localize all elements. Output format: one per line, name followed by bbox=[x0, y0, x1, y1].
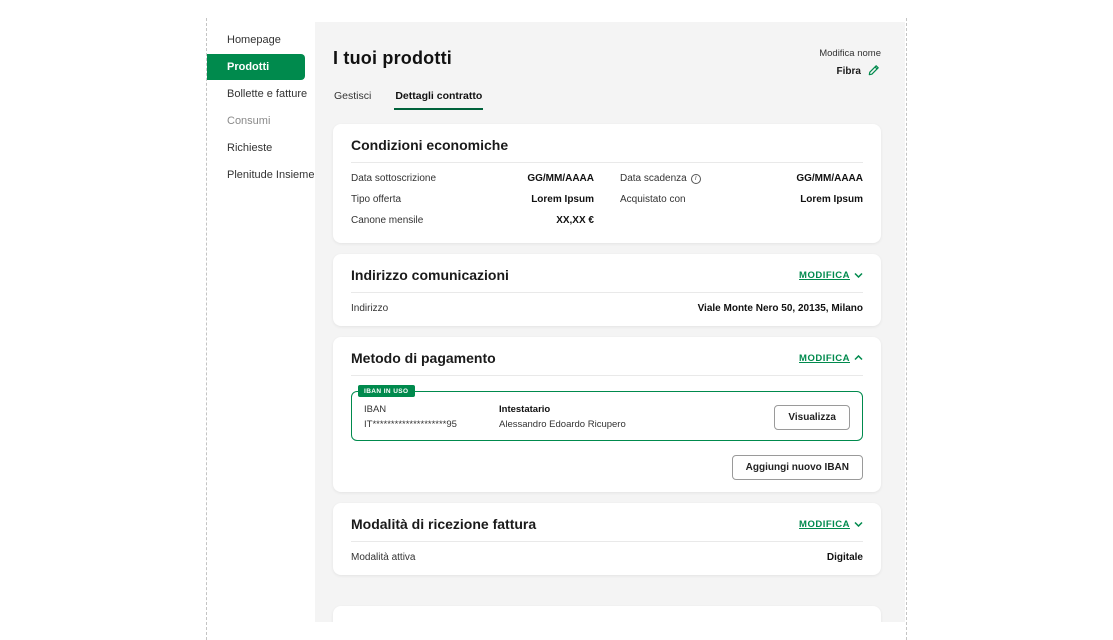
row-indirizzo: Indirizzo Viale Monte Nero 50, 20135, Mi… bbox=[351, 303, 863, 314]
card-title: Modalità di ricezione fattura bbox=[351, 516, 536, 532]
condizioni-grid: Data sottoscrizione GG/MM/AAAA Data scad… bbox=[351, 168, 863, 231]
iban-masked-value: IT********************95 bbox=[364, 419, 499, 430]
modifica-indirizzo-link[interactable]: MODIFICA bbox=[799, 270, 863, 281]
iban-in-uso-badge: IBAN IN USO bbox=[358, 385, 415, 397]
sidebar-item-richieste[interactable]: Richieste bbox=[207, 134, 311, 161]
sidebar-item-homepage[interactable]: Homepage bbox=[207, 26, 311, 53]
sidebar: Homepage Prodotti Bollette e fatture Con… bbox=[207, 26, 311, 188]
aggiungi-nuovo-iban-button[interactable]: Aggiungi nuovo IBAN bbox=[732, 455, 863, 480]
card-indirizzo-comunicazioni: Indirizzo comunicazioni MODIFICA Indiriz… bbox=[333, 254, 881, 326]
product-name: Fibra bbox=[837, 66, 861, 77]
field-label: Tipo offerta bbox=[351, 194, 401, 205]
main-content: I tuoi prodotti Modifica nome Fibra Gest… bbox=[315, 22, 905, 622]
divider bbox=[351, 375, 863, 376]
rename-label: Modifica nome bbox=[819, 48, 881, 59]
modifica-label: MODIFICA bbox=[799, 519, 850, 530]
iban-column: IBAN IT********************95 bbox=[364, 404, 499, 430]
field-value: GG/MM/AAAA bbox=[527, 173, 594, 184]
divider bbox=[351, 292, 863, 293]
card-title: Il tuo contratto bbox=[351, 621, 562, 622]
card-il-tuo-contratto: Il tuo contratto Scarica sul tuo disposi… bbox=[333, 606, 881, 622]
field-label: Data scadenza i bbox=[620, 173, 701, 184]
field-data-scadenza: Data scadenza i GG/MM/AAAA bbox=[620, 168, 863, 189]
field-value: Lorem Ipsum bbox=[800, 194, 863, 205]
card-modalita-ricezione-fattura: Modalità di ricezione fattura MODIFICA M… bbox=[333, 503, 881, 575]
field-empty bbox=[620, 210, 863, 231]
rename-block: Modifica nome Fibra bbox=[819, 48, 881, 80]
page-title: I tuoi prodotti bbox=[333, 48, 452, 69]
product-rename-control[interactable]: Fibra bbox=[819, 63, 881, 80]
modifica-label: MODIFICA bbox=[799, 353, 850, 364]
holder-label: Intestatario bbox=[499, 404, 774, 415]
divider bbox=[351, 162, 863, 163]
row-value: Viale Monte Nero 50, 20135, Milano bbox=[698, 303, 863, 314]
field-value: GG/MM/AAAA bbox=[796, 173, 863, 184]
field-canone-mensile: Canone mensile XX,XX € bbox=[351, 210, 594, 231]
page: Homepage Prodotti Bollette e fatture Con… bbox=[0, 0, 1113, 640]
contract-text: Il tuo contratto Scarica sul tuo disposi… bbox=[351, 621, 562, 622]
pencil-icon[interactable] bbox=[867, 63, 881, 80]
field-value: Lorem Ipsum bbox=[531, 194, 594, 205]
sidebar-item-plenitude-insieme[interactable]: Plenitude Insieme bbox=[207, 161, 311, 188]
row-value: Digitale bbox=[827, 552, 863, 563]
field-label: Data sottoscrizione bbox=[351, 173, 436, 184]
field-value: XX,XX € bbox=[556, 215, 594, 226]
tab-gestisci[interactable]: Gestisci bbox=[333, 86, 372, 110]
field-label: Acquistato con bbox=[620, 194, 686, 205]
field-data-sottoscrizione: Data sottoscrizione GG/MM/AAAA bbox=[351, 168, 594, 189]
row-label: Modalità attiva bbox=[351, 552, 415, 563]
info-icon[interactable]: i bbox=[691, 174, 701, 184]
tabs: Gestisci Dettagli contratto bbox=[333, 86, 881, 110]
field-label: Canone mensile bbox=[351, 215, 423, 226]
chevron-down-icon bbox=[854, 521, 863, 527]
modifica-pagamento-link[interactable]: MODIFICA bbox=[799, 353, 863, 364]
card-title: Condizioni economiche bbox=[351, 137, 863, 153]
sidebar-item-bollette[interactable]: Bollette e fatture bbox=[207, 80, 311, 107]
sidebar-item-prodotti[interactable]: Prodotti bbox=[207, 54, 305, 80]
tab-dettagli-contratto[interactable]: Dettagli contratto bbox=[394, 86, 483, 110]
iban-in-use-box: IBAN IN USO IBAN IT********************9… bbox=[351, 391, 863, 441]
holder-name: Alessandro Edoardo Ricupero bbox=[499, 419, 774, 430]
field-tipo-offerta: Tipo offerta Lorem Ipsum bbox=[351, 189, 594, 210]
card-condizioni-economiche: Condizioni economiche Data sottoscrizion… bbox=[333, 124, 881, 243]
dashed-guide-right bbox=[906, 18, 907, 640]
iban-label: IBAN bbox=[364, 404, 499, 415]
field-label-text: Data scadenza bbox=[620, 173, 687, 184]
visualizza-button[interactable]: Visualizza bbox=[774, 405, 850, 430]
modifica-label: MODIFICA bbox=[799, 270, 850, 281]
row-label: Indirizzo bbox=[351, 303, 388, 314]
row-modalita-attiva: Modalità attiva Digitale bbox=[351, 552, 863, 563]
sidebar-item-consumi[interactable]: Consumi bbox=[207, 107, 311, 134]
divider bbox=[351, 541, 863, 542]
holder-column: Intestatario Alessandro Edoardo Ricupero bbox=[499, 404, 774, 430]
page-header: I tuoi prodotti Modifica nome Fibra bbox=[333, 48, 881, 80]
chevron-down-icon bbox=[854, 272, 863, 278]
modifica-fattura-link[interactable]: MODIFICA bbox=[799, 519, 863, 530]
card-title: Indirizzo comunicazioni bbox=[351, 267, 509, 283]
card-metodo-pagamento: Metodo di pagamento MODIFICA IBAN IN USO… bbox=[333, 337, 881, 492]
chevron-up-icon bbox=[854, 355, 863, 361]
field-acquistato-con: Acquistato con Lorem Ipsum bbox=[620, 189, 863, 210]
card-title: Metodo di pagamento bbox=[351, 350, 496, 366]
